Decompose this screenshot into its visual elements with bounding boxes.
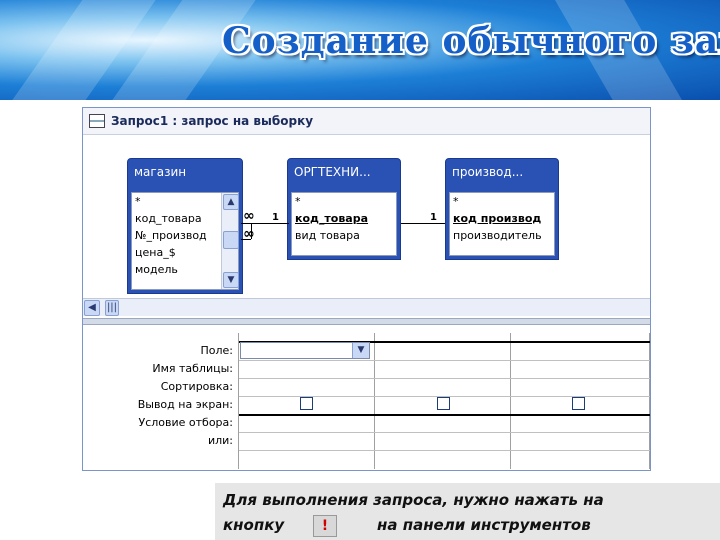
- scroll-up-icon[interactable]: ▲: [223, 194, 239, 210]
- relation-one-label: 1: [272, 212, 279, 223]
- grid-line: [239, 450, 650, 451]
- query-window-icon: [89, 114, 105, 128]
- grid-line: [239, 360, 650, 361]
- run-query-icon: !: [313, 515, 337, 537]
- pane-splitter[interactable]: [83, 318, 650, 325]
- field-item[interactable]: вид товара: [292, 227, 396, 244]
- query-window-title: Запрос1 : запрос на выборку: [111, 114, 314, 128]
- scroll-thumb[interactable]: [223, 231, 239, 249]
- field-list-scrollbar[interactable]: ▲ ▼: [221, 193, 239, 289]
- relation-many-label: ∞: [243, 208, 255, 224]
- grid-row-label: Имя таблицы:: [152, 362, 233, 375]
- field-item-key[interactable]: код производ: [450, 210, 554, 227]
- table-proizvoditel[interactable]: производ... * код производ производитель: [445, 158, 559, 260]
- grid-line: [239, 378, 650, 379]
- caption-line: на панели инструментов: [377, 516, 591, 534]
- relation-many-label: ∞: [243, 226, 255, 242]
- grid-row-label: или:: [207, 434, 233, 447]
- table-title[interactable]: ОРГТЕХНИ...: [288, 159, 400, 185]
- grid-line: [239, 432, 650, 433]
- scroll-down-icon[interactable]: ▼: [223, 272, 239, 288]
- field-list[interactable]: * код производ производитель: [449, 192, 555, 256]
- show-checkbox[interactable]: [300, 397, 313, 410]
- relation-line[interactable]: [429, 223, 445, 224]
- table-title[interactable]: производ...: [446, 159, 558, 185]
- grid-row-labels: Поле: Имя таблицы: Сортировка: Вывод на …: [83, 342, 233, 450]
- field-list[interactable]: * код_товара №_производ цена_$ модель ▲ …: [131, 192, 239, 290]
- grid-line: [239, 414, 650, 416]
- grid-row-label: Вывод на экран:: [137, 398, 233, 411]
- caption-line: кнопку: [223, 516, 285, 534]
- grid-row-label: Поле:: [200, 344, 233, 357]
- query-window[interactable]: Запрос1 : запрос на выборку магазин * ко…: [82, 107, 651, 471]
- show-checkbox[interactable]: [437, 397, 450, 410]
- table-magazin[interactable]: магазин * код_товара №_производ цена_$ м…: [127, 158, 243, 294]
- caption-line: Для выполнения запроса, нужно нажать на: [223, 491, 604, 509]
- instruction-caption: Для выполнения запроса, нужно нажать на …: [215, 483, 720, 540]
- field-item[interactable]: *: [292, 193, 396, 210]
- field-item[interactable]: производитель: [450, 227, 554, 244]
- relation-line[interactable]: [401, 223, 429, 224]
- show-checkbox[interactable]: [572, 397, 585, 410]
- tables-pane-hscrollbar[interactable]: ◀ |||: [83, 298, 650, 316]
- relation-one-label: 1: [430, 212, 437, 223]
- grid-row-label: Сортировка:: [160, 380, 233, 393]
- slide-title: Создание обычного запроса: [222, 20, 720, 62]
- scroll-thumb[interactable]: |||: [105, 300, 119, 316]
- table-orgtehnika[interactable]: ОРГТЕХНИ... * код_товара вид товара: [287, 158, 401, 260]
- field-item-key[interactable]: код_товара: [292, 210, 396, 227]
- field-item[interactable]: *: [450, 193, 554, 210]
- scroll-left-icon[interactable]: ◀: [84, 300, 100, 316]
- query-window-titlebar[interactable]: Запрос1 : запрос на выборку: [83, 108, 650, 135]
- chevron-down-icon[interactable]: ▼: [352, 343, 369, 358]
- field-dropdown[interactable]: ▼: [240, 342, 370, 359]
- table-title[interactable]: магазин: [128, 159, 242, 185]
- grid-row-label: Условие отбора:: [138, 416, 234, 429]
- slide-banner: Создание обычного запроса: [0, 0, 720, 100]
- field-list[interactable]: * код_товара вид товара: [291, 192, 397, 256]
- tables-pane[interactable]: магазин * код_товара №_производ цена_$ м…: [83, 135, 650, 316]
